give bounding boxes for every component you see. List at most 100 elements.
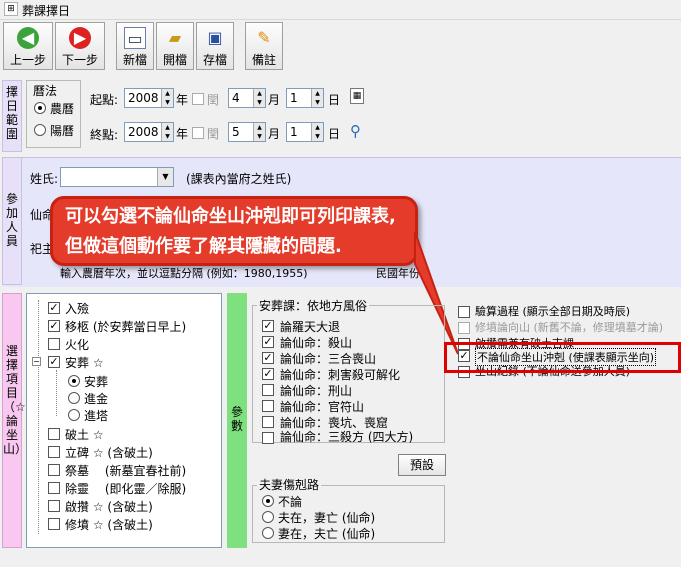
- option-checkbox[interactable]: [458, 322, 470, 334]
- item-label: 火化: [65, 338, 90, 352]
- selection-section-label: 選擇項目（☆論坐山）: [2, 293, 27, 548]
- end-month-spinner[interactable]: 5 ▲ ▼: [228, 122, 266, 142]
- start-label: 起點:: [90, 93, 119, 107]
- prev-step-button[interactable]: ◀ 上一步: [3, 22, 53, 70]
- end-leap-checkbox[interactable]: [192, 127, 204, 139]
- param-checkbox[interactable]: ✓: [262, 368, 274, 380]
- annotation-callout: 可以勾選不論仙命坐山沖剋即可列印課表, 但做這個動作要了解其隱藏的問題.: [50, 196, 418, 266]
- end-day-spinner[interactable]: 1 ▲ ▼: [286, 122, 324, 142]
- item-checkbox[interactable]: [48, 482, 60, 494]
- new-file-button[interactable]: ▭ 新檔: [116, 22, 154, 70]
- param-label: 論羅天大退: [280, 320, 341, 334]
- spouse-option-label: 不論: [278, 495, 303, 509]
- param-label: 論仙命：三殺方 (四大方): [280, 430, 414, 444]
- param-checkbox[interactable]: ✓: [262, 336, 274, 348]
- new-document-icon: ▭: [124, 27, 146, 49]
- year-unit: 年: [176, 93, 189, 107]
- item-checkbox[interactable]: [48, 428, 60, 440]
- param-label: 論仙命：刑山: [280, 384, 353, 398]
- end-label: 終點:: [90, 128, 119, 142]
- item-checkbox[interactable]: [48, 518, 60, 530]
- item-label: 立碑 ☆ (含破土): [65, 446, 153, 460]
- spin-arrows-icon[interactable]: ▲ ▼: [253, 89, 265, 107]
- collapse-toggle-icon[interactable]: −: [32, 357, 41, 366]
- start-year-value: 2008: [128, 91, 159, 105]
- title-bar: ⊞ 葬課擇日: [0, 0, 681, 20]
- spin-arrows-icon[interactable]: ▲ ▼: [161, 89, 173, 107]
- end-month-value: 5: [232, 125, 240, 139]
- item-label: 除靈 (即化靈／除服): [65, 482, 187, 496]
- start-leap-checkbox[interactable]: [192, 93, 204, 105]
- param-checkbox[interactable]: ✓: [262, 320, 274, 332]
- param-checkbox[interactable]: [262, 416, 274, 428]
- chevron-down-icon[interactable]: ▼: [157, 168, 173, 186]
- preset-button[interactable]: 預設: [398, 454, 446, 476]
- item-label: 破土 ☆: [65, 428, 104, 442]
- burial-radio[interactable]: [68, 409, 80, 421]
- param-checkbox[interactable]: [262, 432, 274, 444]
- burial-radio[interactable]: [68, 392, 80, 404]
- start-month-spinner[interactable]: 4 ▲ ▼: [228, 88, 266, 108]
- option-label: 驗算過程 (顯示全部日期及時辰): [475, 305, 631, 318]
- start-year-spinner[interactable]: 2008 ▲ ▼: [124, 88, 174, 108]
- item-checkbox[interactable]: [48, 338, 60, 350]
- start-day-spinner[interactable]: 1 ▲ ▼: [286, 88, 324, 108]
- end-year-value: 2008: [128, 125, 159, 139]
- item-checkbox[interactable]: ✓: [48, 320, 60, 332]
- item-checkbox[interactable]: ✓: [48, 302, 60, 314]
- param-checkbox[interactable]: [262, 384, 274, 396]
- window-title: 葬課擇日: [22, 4, 71, 18]
- birth-year-hint: 輸入農曆年次，並以逗點分隔 (例如：1980,1955): [60, 267, 308, 280]
- spin-arrows-icon[interactable]: ▲ ▼: [161, 123, 173, 141]
- spouse-title: 夫妻傷剋路: [257, 476, 322, 493]
- calendar-icon[interactable]: ▦: [350, 88, 364, 104]
- lunar-label: 農曆: [50, 102, 75, 116]
- calendar-label: 曆法: [33, 84, 58, 98]
- solar-radio[interactable]: [34, 124, 46, 136]
- spin-arrows-icon[interactable]: ▲ ▼: [311, 123, 323, 141]
- spin-arrows-icon[interactable]: ▲ ▼: [253, 123, 265, 141]
- option-checkbox[interactable]: [458, 306, 470, 318]
- surname-label: 姓氏:: [30, 172, 59, 186]
- spouse-radio[interactable]: [262, 527, 274, 539]
- spin-arrows-icon[interactable]: ▲ ▼: [311, 89, 323, 107]
- option-label: 修墳論向山 (新舊不論，修理墳墓才論): [475, 321, 664, 334]
- save-file-label: 存檔: [202, 53, 227, 67]
- start-month-value: 4: [232, 91, 240, 105]
- burial-radio[interactable]: [68, 375, 80, 387]
- note-button[interactable]: ✎ 備註: [245, 22, 283, 70]
- item-label: 祭墓 (新墓宜春社前): [65, 464, 187, 478]
- open-file-button[interactable]: ▰ 開檔: [156, 22, 194, 70]
- item-checkbox[interactable]: [48, 464, 60, 476]
- item-checkbox[interactable]: [48, 500, 60, 512]
- param-label: 論仙命：三合喪山: [280, 352, 377, 366]
- save-file-button[interactable]: ▣ 存檔: [196, 22, 234, 70]
- item-checkbox[interactable]: ✓: [48, 356, 60, 368]
- param-checkbox[interactable]: [262, 400, 274, 412]
- new-file-label: 新檔: [122, 53, 147, 67]
- prev-step-label: 上一步: [9, 53, 46, 67]
- spouse-radio[interactable]: [262, 511, 274, 523]
- item-checkbox[interactable]: [48, 446, 60, 458]
- callout-text: 可以勾選不論仙命坐山沖剋即可列印課表, 但做這個動作要了解其隱藏的問題.: [65, 206, 396, 257]
- day-unit: 日: [328, 127, 341, 141]
- folder-open-icon: ▰: [168, 28, 182, 47]
- end-year-spinner[interactable]: 2008 ▲ ▼: [124, 122, 174, 142]
- tree-line: [38, 300, 39, 534]
- item-label: 安葬 ☆: [65, 356, 104, 370]
- leap-label: 閏: [207, 93, 220, 107]
- next-step-button[interactable]: ▶ 下一步: [55, 22, 105, 70]
- year-unit: 年: [176, 127, 189, 141]
- param-label: 論仙命：殺山: [280, 336, 353, 350]
- surname-dropdown[interactable]: ▼: [60, 167, 174, 187]
- floppy-disk-icon: ▣: [207, 28, 223, 47]
- burial-option-label: 安葬: [84, 375, 109, 389]
- magnifier-icon[interactable]: ⚲: [350, 122, 361, 140]
- lunar-radio[interactable]: [34, 102, 46, 114]
- arrow-right-icon: ▶: [69, 27, 91, 49]
- param-checkbox[interactable]: ✓: [262, 352, 274, 364]
- item-label: 移柩 (於安葬當日早上): [65, 320, 187, 334]
- spouse-radio[interactable]: [262, 495, 274, 507]
- month-unit: 月: [268, 93, 281, 107]
- spouse-option-label: 夫在，妻亡 (仙命): [278, 511, 376, 525]
